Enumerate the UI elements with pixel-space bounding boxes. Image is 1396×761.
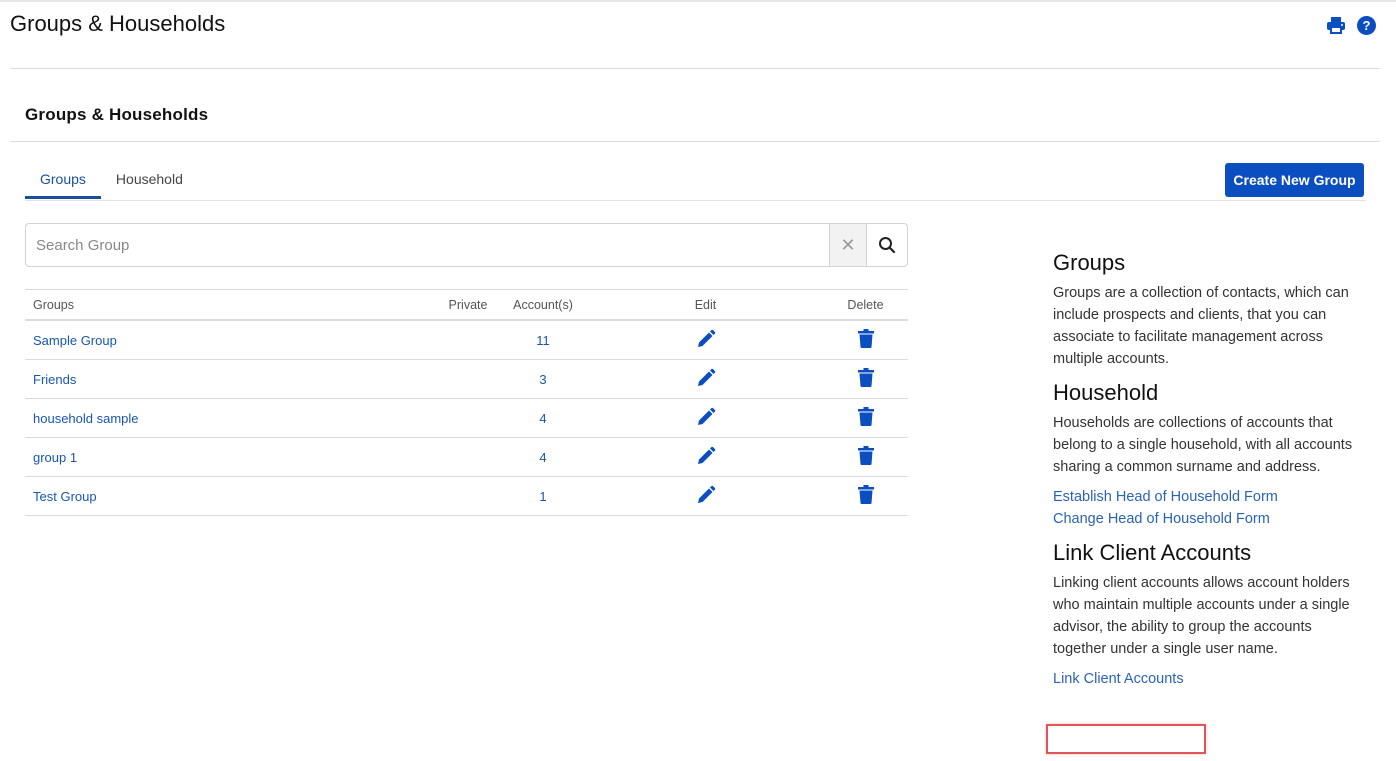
help-icon[interactable]: ? (1356, 15, 1376, 35)
tab-groups[interactable]: Groups (25, 160, 101, 199)
group-name-link[interactable]: Friends (33, 372, 76, 387)
header-divider (10, 68, 1380, 69)
table-header-row: Groups Private Account(s) Edit Delete (25, 289, 908, 321)
private-cell (438, 476, 498, 516)
groups-info: Groups Groups are a collection of contac… (1053, 248, 1368, 370)
establish-head-of-household-link[interactable]: Establish Head of Household Form (1053, 486, 1368, 508)
page-title: Groups & Households (10, 11, 226, 36)
table-row: household sample 4 (25, 398, 908, 438)
link-accounts-info-text: Linking client accounts allows account h… (1053, 575, 1350, 657)
edit-icon[interactable] (696, 407, 716, 430)
group-name-link[interactable]: household sample (33, 411, 139, 426)
header-private[interactable]: Private (438, 289, 498, 321)
close-icon: ✕ (840, 234, 856, 255)
table-row: group 1 4 (25, 437, 908, 477)
top-shadow (0, 0, 1396, 2)
highlight-box (1046, 724, 1206, 754)
table-row: Test Group 1 (25, 476, 908, 516)
group-name-link[interactable]: Test Group (33, 489, 97, 504)
trash-icon[interactable] (857, 368, 874, 390)
group-name-link[interactable]: Sample Group (33, 333, 117, 348)
clear-search-button[interactable]: ✕ (829, 224, 866, 266)
groups-table: Groups Private Account(s) Edit Delete Sa… (25, 289, 908, 516)
tab-bar-line (566, 200, 1366, 201)
groups-info-title: Groups (1053, 250, 1126, 275)
header-groups[interactable]: Groups (25, 289, 438, 321)
private-cell (438, 437, 498, 477)
header-accounts[interactable]: Account(s) (498, 289, 588, 321)
tab-bar: Groups Household (25, 160, 566, 201)
table-row: Friends 3 (25, 359, 908, 399)
edit-icon[interactable] (696, 329, 716, 352)
private-cell (438, 398, 498, 438)
search-icon (879, 237, 896, 254)
accounts-count: 1 (539, 488, 547, 504)
search-input[interactable] (26, 224, 829, 266)
search-bar: ✕ (25, 223, 908, 267)
header-delete: Delete (823, 289, 908, 321)
info-sidebar: Groups Groups are a collection of contac… (1053, 248, 1368, 698)
trash-icon[interactable] (857, 407, 874, 429)
tab-household[interactable]: Household (101, 160, 198, 198)
accounts-count: 4 (539, 449, 547, 465)
household-info-title: Household (1053, 380, 1159, 405)
trash-icon[interactable] (857, 446, 874, 468)
trash-icon[interactable] (857, 485, 874, 507)
header-edit: Edit (588, 289, 823, 321)
svg-text:?: ? (1362, 18, 1370, 33)
link-accounts-info: Link Client Accounts Linking client acco… (1053, 538, 1368, 690)
household-info-text: Households are collections of accounts t… (1053, 415, 1353, 475)
edit-icon[interactable] (696, 446, 716, 469)
group-name-link[interactable]: group 1 (33, 450, 77, 465)
print-icon[interactable] (1326, 15, 1346, 35)
link-client-accounts-link[interactable]: Link Client Accounts (1053, 668, 1368, 690)
link-accounts-info-title: Link Client Accounts (1053, 540, 1252, 565)
accounts-count: 4 (539, 410, 547, 426)
edit-icon[interactable] (696, 485, 716, 508)
section-title: Groups & Households (25, 105, 209, 124)
groups-info-text: Groups are a collection of contacts, whi… (1053, 285, 1349, 367)
private-cell (438, 359, 498, 399)
search-button[interactable] (866, 224, 907, 266)
change-head-of-household-link[interactable]: Change Head of Household Form (1053, 508, 1368, 530)
trash-icon[interactable] (857, 329, 874, 351)
header-actions: ? (1326, 15, 1376, 35)
household-info: Household Households are collections of … (1053, 378, 1368, 530)
section-divider (10, 141, 1380, 142)
edit-icon[interactable] (696, 368, 716, 391)
private-cell (438, 320, 498, 360)
create-new-group-button[interactable]: Create New Group (1225, 163, 1364, 197)
table-row: Sample Group 11 (25, 320, 908, 360)
accounts-count: 11 (536, 332, 550, 348)
accounts-count: 3 (539, 371, 547, 387)
